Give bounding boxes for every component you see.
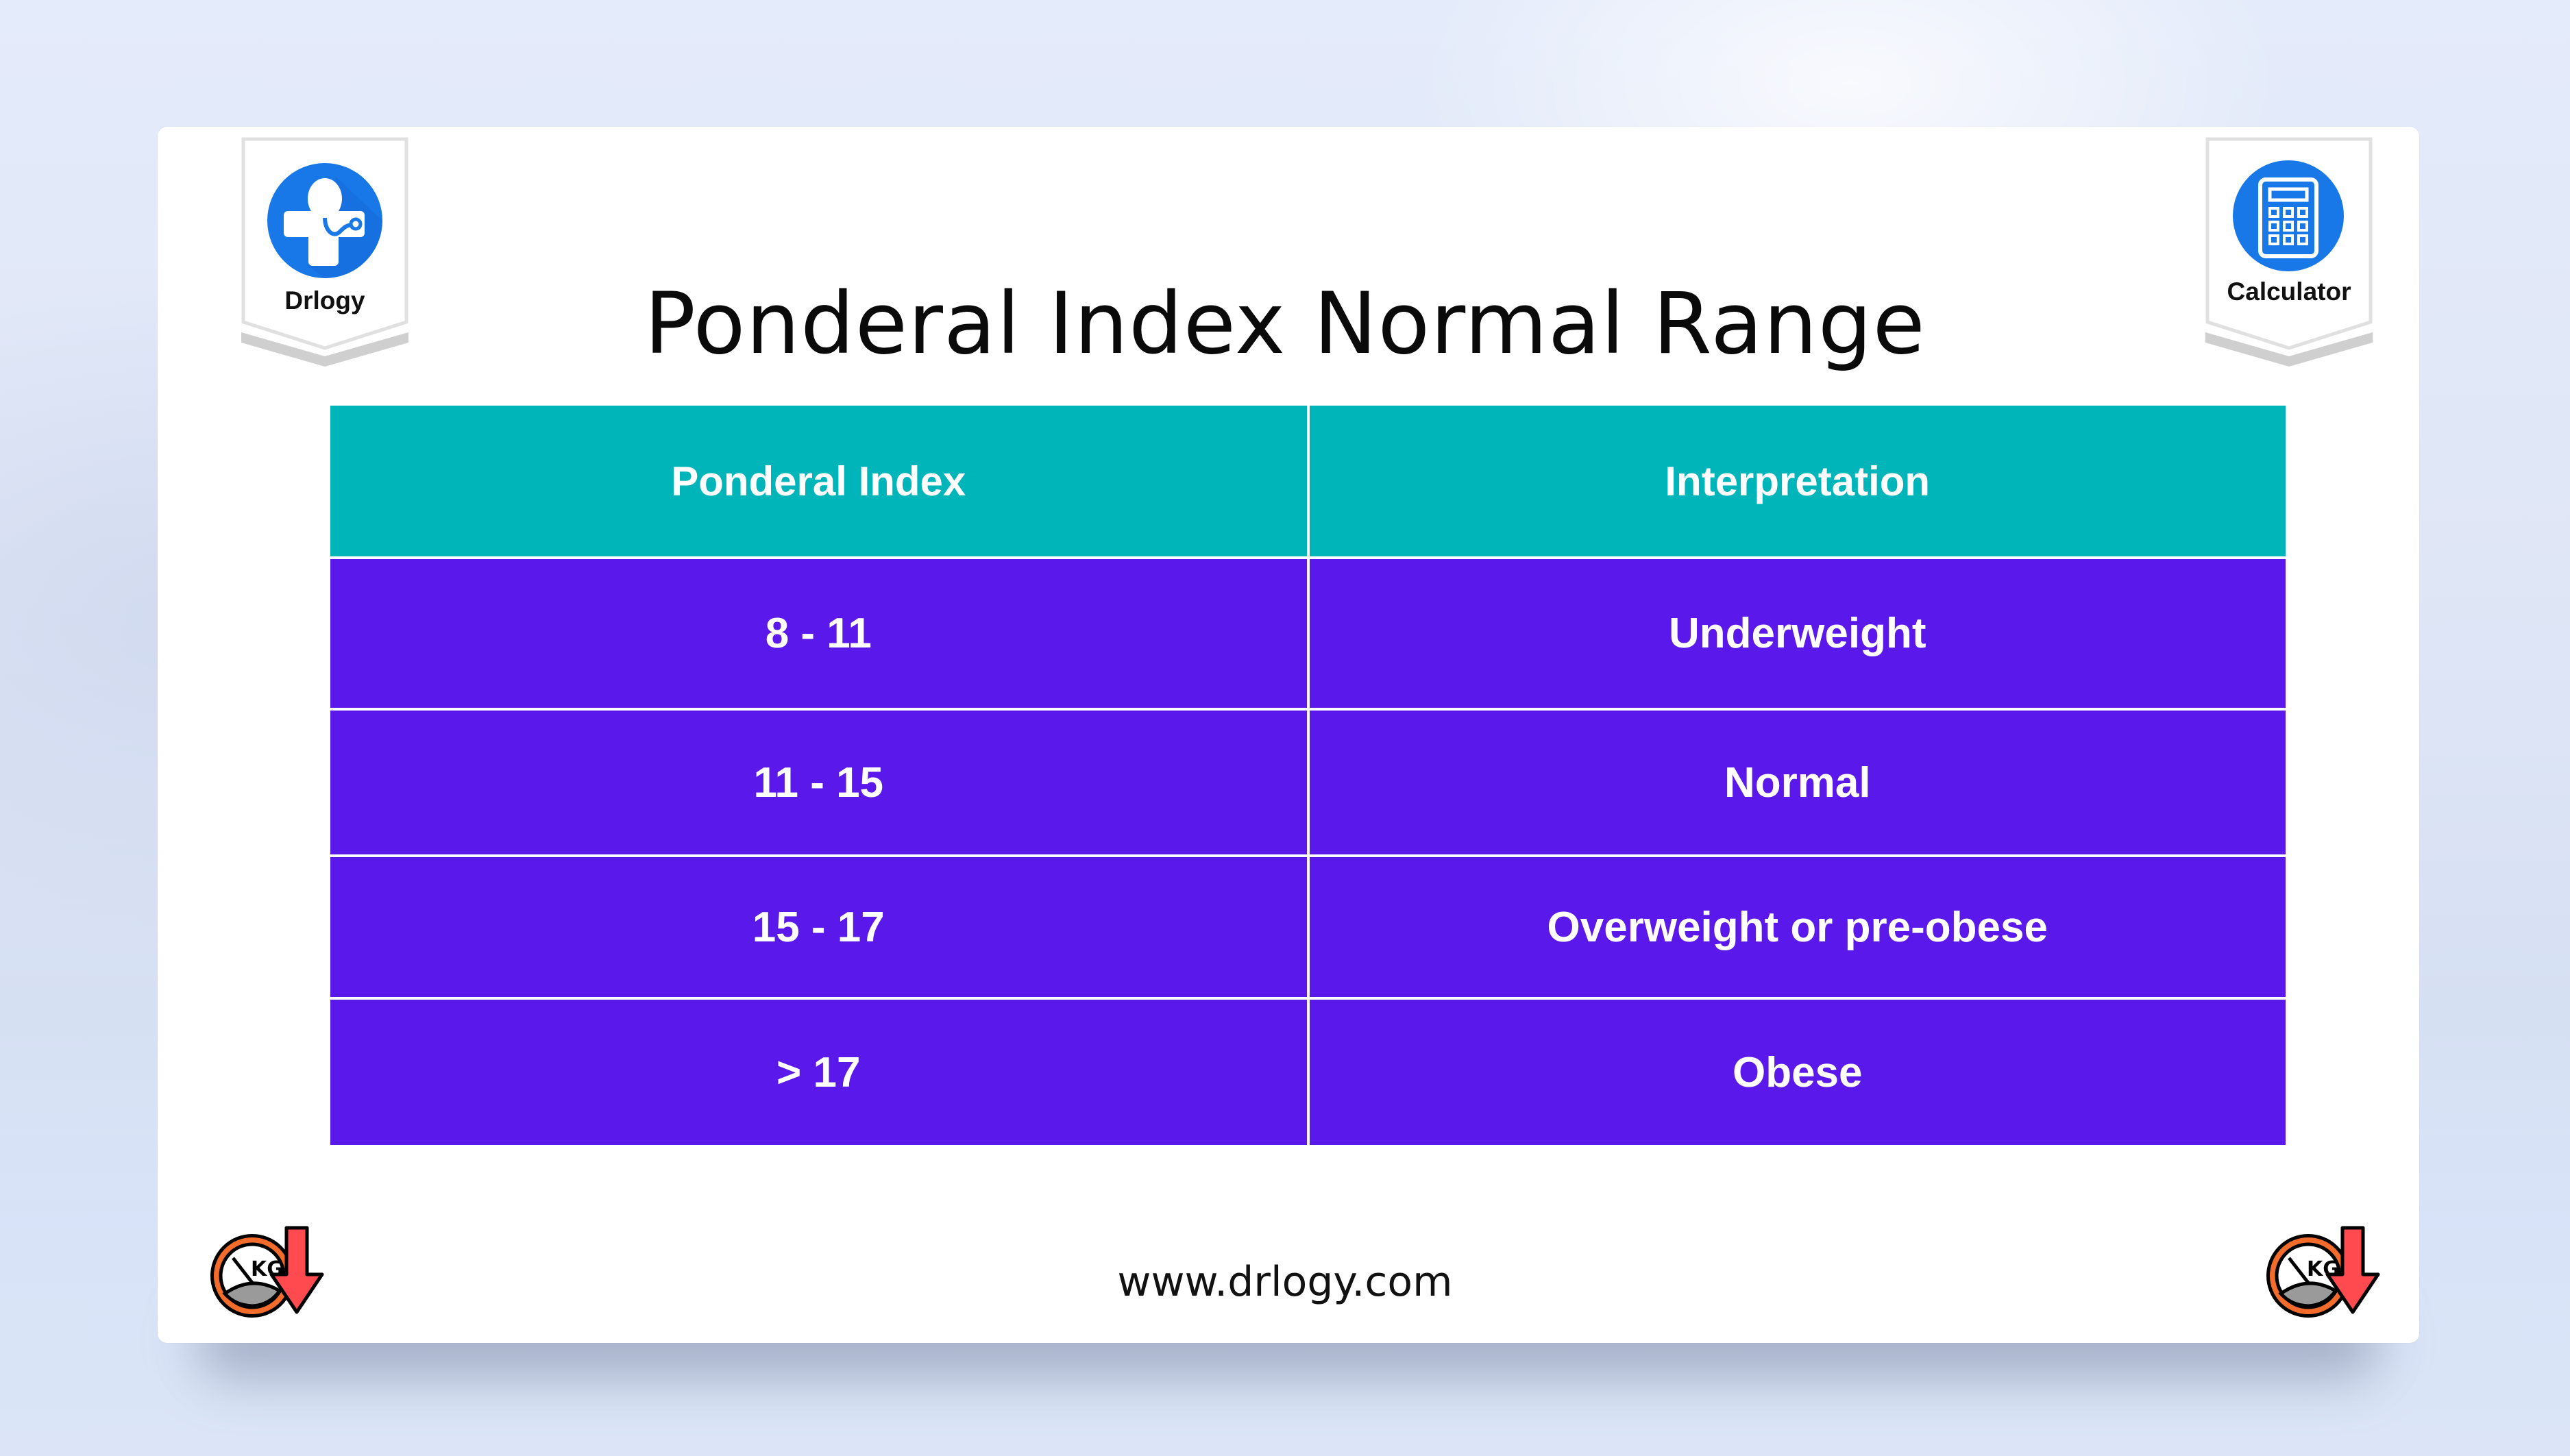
table-row: 15 - 17 Overweight or pre-obese — [330, 857, 2286, 997]
cell-interpretation: Normal — [1309, 711, 2286, 854]
calculator-icon — [2233, 160, 2344, 271]
website-link[interactable]: www.drlogy.com — [0, 1258, 2570, 1306]
cell-interpretation: Overweight or pre-obese — [1309, 857, 2286, 997]
cell-index-range: 11 - 15 — [330, 711, 1307, 854]
column-header-interpretation: Interpretation — [1309, 406, 2286, 556]
page-title: Ponderal Index Normal Range — [644, 275, 1926, 374]
table-row: 11 - 15 Normal — [330, 711, 2286, 854]
table-row: > 17 Obese — [330, 1000, 2286, 1145]
cell-interpretation: Obese — [1309, 1000, 2286, 1145]
cell-index-range: > 17 — [330, 1000, 1307, 1145]
table-row: 8 - 11 Underweight — [330, 559, 2286, 708]
table-header-row: Ponderal Index Interpretation — [330, 406, 2286, 556]
cell-index-range: 15 - 17 — [330, 857, 1307, 997]
cell-index-range: 8 - 11 — [330, 559, 1307, 708]
ponderal-index-table: Ponderal Index Interpretation 8 - 11 Und… — [330, 406, 2286, 1145]
stethoscope-cross-icon — [267, 163, 382, 278]
cell-interpretation: Underweight — [1309, 559, 2286, 708]
column-header-ponderal-index: Ponderal Index — [330, 406, 1307, 556]
